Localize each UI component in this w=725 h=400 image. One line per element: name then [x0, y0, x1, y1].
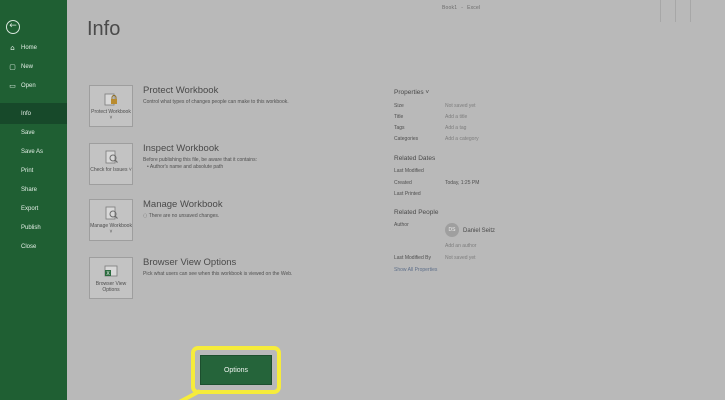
- page-title: Info: [87, 18, 121, 40]
- property-value: Not saved yet: [445, 103, 476, 109]
- bullet-text: Author's name and absolute path: [149, 164, 224, 170]
- inspect-workbook-section: Check for Issues ˅ Inspect Workbook Befo…: [89, 143, 379, 191]
- sidebar-item-label: Save As: [21, 148, 44, 155]
- protect-workbook-section: Protect Workbook ˅ Protect Workbook Cont…: [89, 85, 379, 133]
- sidebar-item-label: Print: [21, 167, 34, 174]
- sidebar-item-home[interactable]: ⌂ Home: [0, 38, 67, 57]
- add-author-link[interactable]: Add an author: [445, 243, 476, 249]
- tile-label: Check for Issues ˅: [90, 167, 132, 173]
- sidebar-item-label: Info: [21, 110, 32, 117]
- section-description: Pick what users can see when this workbo…: [143, 271, 293, 277]
- section-description: ◌ There are no unsaved changes.: [143, 213, 383, 219]
- property-label: Categories: [394, 136, 419, 142]
- tile-label: Manage Workbook ˅: [90, 223, 132, 235]
- browser-view-options-button[interactable]: X Browser View Options: [89, 257, 133, 299]
- sidebar-item-label: Export: [21, 205, 39, 212]
- section-heading: Manage Workbook: [143, 199, 223, 210]
- sidebar-item-info[interactable]: Info: [0, 103, 67, 124]
- manage-workbook-button[interactable]: Manage Workbook ˅: [89, 199, 133, 241]
- section-heading: Inspect Workbook: [143, 143, 219, 154]
- avatar: DS: [445, 223, 459, 237]
- protect-workbook-button[interactable]: Protect Workbook ˅: [89, 85, 133, 127]
- sidebar-item-print[interactable]: Print: [0, 161, 67, 180]
- author-label: Author: [394, 222, 409, 228]
- sidebar-item-label: Close: [21, 243, 37, 250]
- sidebar-item-label: Home: [21, 44, 38, 51]
- related-people-heading: Related People: [394, 209, 439, 216]
- back-arrow-icon[interactable]: ←: [6, 20, 20, 34]
- sidebar-item-label: Share: [21, 186, 38, 193]
- folder-icon: ▭: [9, 81, 16, 90]
- sidebar-item-label: Open: [21, 82, 36, 89]
- sidebar-item-new[interactable]: ▢ New: [0, 57, 67, 76]
- section-description: Before publishing this file, be aware th…: [143, 157, 257, 163]
- options-button[interactable]: Options: [200, 355, 272, 385]
- last-modified-by-label: Last Modified By: [394, 255, 431, 261]
- new-file-icon: ▢: [9, 62, 16, 71]
- manage-document-icon: [102, 205, 120, 221]
- tile-label: Browser View Options: [95, 281, 127, 293]
- property-label: Size: [394, 103, 404, 109]
- title-field[interactable]: Add a title: [445, 114, 467, 120]
- excel-browser-icon: X: [102, 263, 120, 279]
- inspect-document-icon: [102, 149, 120, 165]
- divider: [690, 0, 691, 22]
- sidebar-item-open[interactable]: ▭ Open: [0, 76, 67, 95]
- lock-icon: [102, 91, 120, 107]
- refresh-icon: ◌: [143, 213, 148, 219]
- property-label: Title: [394, 114, 404, 120]
- sidebar-item-export[interactable]: Export: [0, 199, 67, 218]
- sidebar-item-save[interactable]: Save: [0, 123, 67, 142]
- section-heading: Protect Workbook: [143, 85, 219, 96]
- tags-field[interactable]: Add a tag: [445, 125, 466, 131]
- browser-view-options-section: X Browser View Options Browser View Opti…: [89, 257, 379, 305]
- date-label: Last Printed: [394, 191, 421, 197]
- section-description: Control what types of changes people can…: [143, 99, 289, 105]
- tile-label: Protect Workbook ˅: [91, 109, 131, 121]
- description-text: There are no unsaved changes.: [148, 213, 220, 219]
- divider: [675, 0, 676, 22]
- section-heading: Browser View Options: [143, 257, 237, 268]
- date-label: Last Modified: [394, 168, 424, 174]
- related-dates-heading: Related Dates: [394, 155, 436, 162]
- sidebar-item-save-as[interactable]: Save As: [0, 142, 67, 161]
- divider: [660, 0, 661, 22]
- author-name[interactable]: Daniel Seitz: [463, 228, 495, 234]
- show-all-properties-link[interactable]: Show All Properties: [394, 267, 437, 273]
- property-label: Tags: [394, 125, 405, 131]
- check-for-issues-button[interactable]: Check for Issues ˅: [89, 143, 133, 185]
- sidebar-item-publish[interactable]: Publish: [0, 218, 67, 237]
- backstage-sidebar: ← ⌂ Home ▢ New ▭ Open Info Save Save As …: [0, 0, 67, 400]
- date-label: Created: [394, 180, 412, 186]
- section-bullet: • Author's name and absolute path: [147, 164, 224, 170]
- sidebar-item-label: Save: [21, 129, 35, 136]
- properties-heading[interactable]: Properties ˅: [394, 89, 429, 96]
- created-date: Today, 1:25 PM: [445, 180, 480, 186]
- properties-panel: Properties ˅ Size Not saved yet Title Ad…: [394, 0, 594, 400]
- last-modified-by-value: Not saved yet: [445, 255, 476, 261]
- home-icon: ⌂: [10, 43, 15, 52]
- sidebar-item-close[interactable]: Close: [0, 237, 67, 256]
- categories-field[interactable]: Add a category: [445, 136, 479, 142]
- manage-workbook-section: Manage Workbook ˅ Manage Workbook ◌ Ther…: [89, 199, 379, 247]
- sidebar-item-label: New: [21, 63, 34, 70]
- sidebar-item-label: Publish: [21, 224, 41, 231]
- sidebar-item-share[interactable]: Share: [0, 180, 67, 199]
